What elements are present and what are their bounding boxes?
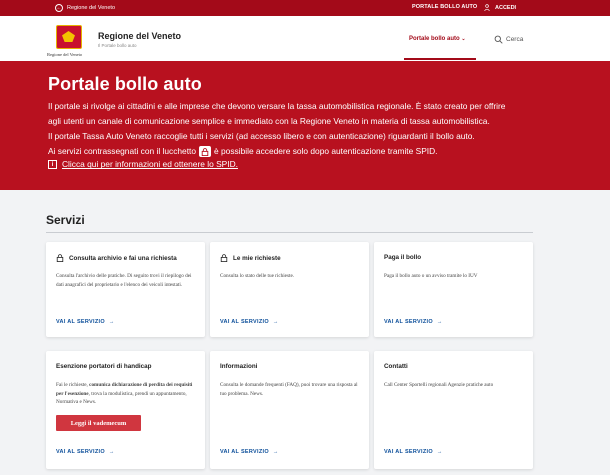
vai-al-servizio-link[interactable]: VAI AL SERVIZIO → xyxy=(56,449,115,455)
link-label: VAI AL SERVIZIO xyxy=(56,449,105,455)
link-label: VAI AL SERVIZIO xyxy=(56,319,105,325)
lock-icon xyxy=(220,254,228,262)
service-card-consulta-archivio: Consulta archivio e fai una richiesta Co… xyxy=(46,242,205,337)
arrow-right-icon: → xyxy=(436,449,443,455)
hero-p4-after: è possibile accedere solo dopo autentica… xyxy=(214,146,438,157)
top-bar: ← Regione del Veneto PORTALE BOLLO AUTO … xyxy=(0,0,610,16)
search-icon xyxy=(494,35,503,44)
card-title: Consulta archivio e fai una richiesta xyxy=(56,254,177,262)
services-heading: Servizi xyxy=(46,213,85,227)
vademecum-button[interactable]: Leggi il vademecum xyxy=(56,415,141,431)
user-icon xyxy=(484,4,490,11)
section-divider xyxy=(46,232,533,233)
nav-item-label: Portale bollo auto xyxy=(409,36,460,42)
hero-paragraph-1: Il portale si rivolge ai cittadini e all… xyxy=(48,101,506,111)
link-label: VAI AL SERVIZIO xyxy=(384,319,433,325)
spid-link-label: Clicca qui per informazioni ed ottenere … xyxy=(62,159,238,170)
nav-active-underline xyxy=(404,58,476,60)
hero-paragraph-3: Il portale Tassa Auto Veneto raccoglie t… xyxy=(48,131,475,141)
card-description: Fai le richieste, comunica dichiarazione… xyxy=(56,381,195,407)
login-label: ACCEDI xyxy=(495,4,517,11)
service-card-informazioni: Informazioni Consulta le domande frequen… xyxy=(210,351,369,469)
hero-paragraph-2: agli utenti un canale di comunicazione s… xyxy=(48,116,490,126)
region-link-label: Regione del Veneto xyxy=(67,5,116,11)
info-icon: i xyxy=(48,160,57,169)
region-link[interactable]: ← Regione del Veneto xyxy=(55,4,115,12)
arrow-right-icon: → xyxy=(272,449,279,455)
hero-banner: Portale bollo auto Il portale si rivolge… xyxy=(0,61,610,190)
arrow-right-icon: → xyxy=(436,319,443,325)
service-card-le-mie-richieste: Le mie richieste Consulta lo stato delle… xyxy=(210,242,369,337)
nav-portale-bollo-auto[interactable]: Portale bollo auto ⌄ xyxy=(409,36,466,42)
site-header: Regione del Veneto Regione del Veneto Il… xyxy=(0,16,610,61)
spid-link[interactable]: i Clicca qui per informazioni ed ottener… xyxy=(48,160,238,169)
card-title-label: Le mie richieste xyxy=(233,254,281,262)
card-title-label: Informazioni xyxy=(220,363,258,370)
card-description: Consulta le domande frequenti (FAQ), puo… xyxy=(220,382,358,397)
lock-icon xyxy=(199,146,212,157)
arrow-right-icon: → xyxy=(108,449,115,455)
card-description: Paga il bollo auto o un avviso tramite l… xyxy=(384,273,478,279)
page-title: Portale bollo auto xyxy=(48,74,202,94)
vai-al-servizio-link[interactable]: VAI AL SERVIZIO → xyxy=(220,319,279,325)
login-button[interactable]: ACCEDI xyxy=(484,4,516,11)
card-title: Paga il bollo xyxy=(384,254,421,261)
card-title: Informazioni xyxy=(220,363,257,370)
arrow-right-icon: → xyxy=(108,319,115,325)
card-title-label: Esenzione portatori di handicap xyxy=(56,363,152,370)
service-card-esenzione-handicap: Esenzione portatori di handicap Fai le r… xyxy=(46,351,205,469)
card-title-label: Contatti xyxy=(384,363,408,370)
link-label: VAI AL SERVIZIO xyxy=(384,449,433,455)
card-description: Consulta l'archivio delle pratiche. Di s… xyxy=(56,273,192,288)
card-text-pre: Fai le richieste, xyxy=(56,382,90,388)
hero-paragraph-4: Ai servizi contrassegnati con il lucchet… xyxy=(48,146,438,157)
search-button[interactable]: Cerca xyxy=(494,35,523,44)
lock-icon xyxy=(56,254,64,262)
vai-al-servizio-link[interactable]: VAI AL SERVIZIO → xyxy=(220,449,279,455)
card-title-label: Consulta archivio e fai una richiesta xyxy=(69,254,177,262)
site-title[interactable]: Regione del Veneto xyxy=(98,31,181,41)
vai-al-servizio-link[interactable]: VAI AL SERVIZIO → xyxy=(56,319,115,325)
portal-link[interactable]: PORTALE BOLLO AUTO xyxy=(412,4,477,10)
card-title: Le mie richieste xyxy=(220,254,281,262)
hero-p4-before: Ai servizi contrassegnati con il lucchet… xyxy=(48,146,197,157)
card-description: Consulta lo stato delle tue richieste. xyxy=(220,273,295,279)
card-title: Esenzione portatori di handicap xyxy=(56,363,152,370)
region-logo[interactable]: Regione del Veneto xyxy=(47,23,95,61)
arrow-right-icon: → xyxy=(272,319,279,325)
link-label: VAI AL SERVIZIO xyxy=(220,449,269,455)
card-title: Contatti xyxy=(384,363,408,370)
vai-al-servizio-link[interactable]: VAI AL SERVIZIO → xyxy=(384,449,443,455)
logo-text: Regione del Veneto xyxy=(47,52,83,57)
card-title-label: Paga il bollo xyxy=(384,254,422,261)
service-card-paga-il-bollo: Paga il bollo Paga il bollo auto o un av… xyxy=(374,242,533,337)
chevron-down-icon: ⌄ xyxy=(461,36,466,42)
site-subtitle: Il Portale bollo auto xyxy=(98,43,137,48)
region-emblem-icon xyxy=(56,25,82,49)
vai-al-servizio-link[interactable]: VAI AL SERVIZIO → xyxy=(384,319,443,325)
back-arrow-icon: ← xyxy=(55,4,63,12)
link-label: VAI AL SERVIZIO xyxy=(220,319,269,325)
service-card-contatti: Contatti Call Center Sportelli regionali… xyxy=(374,351,533,469)
search-label: Cerca xyxy=(506,36,524,43)
card-description: Call Center Sportelli regionali Agenzie … xyxy=(384,382,494,388)
